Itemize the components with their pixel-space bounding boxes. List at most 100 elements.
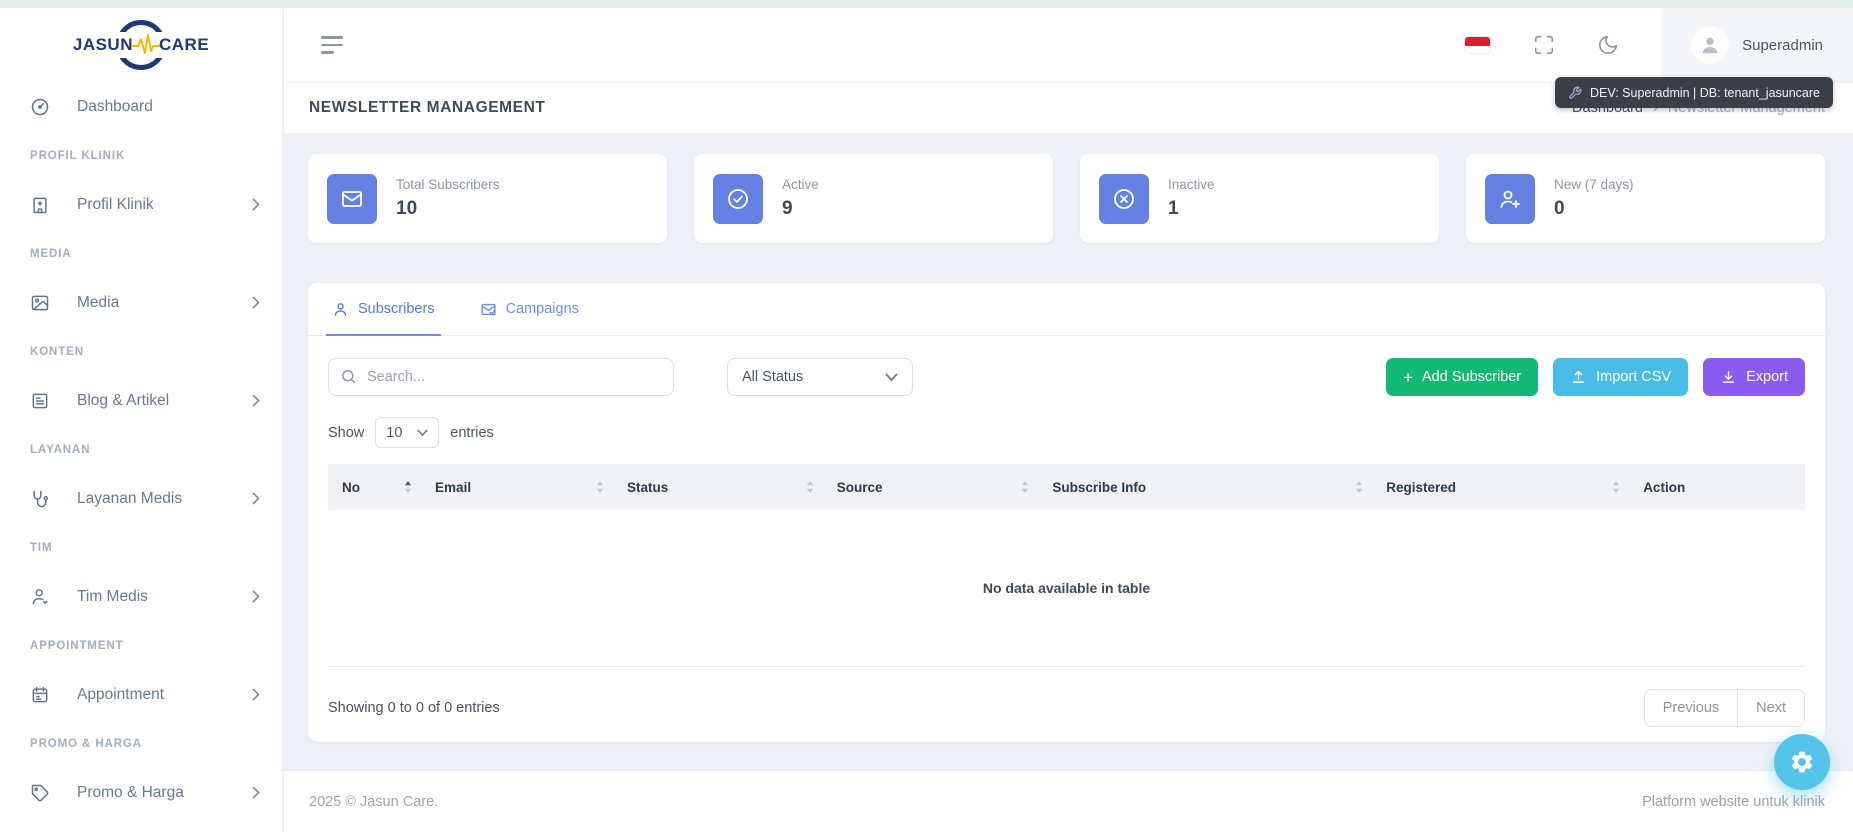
- sidebar: JASUN CARE Dashboard PROFIL KLINIK: [0, 8, 283, 832]
- sort-icon: [596, 481, 604, 494]
- previous-page-button[interactable]: Previous: [1645, 690, 1737, 726]
- gear-icon: [1789, 749, 1815, 775]
- sort-icon: [806, 481, 814, 494]
- tab-label: Subscribers: [358, 301, 435, 317]
- logo[interactable]: JASUN CARE: [0, 8, 282, 82]
- sidebar-item-label: Blog & Artikel: [77, 392, 252, 410]
- status-filter-select[interactable]: All Status: [727, 358, 913, 396]
- fullscreen-icon[interactable]: [1533, 34, 1555, 56]
- stat-card-new: New (7 days) 0: [1466, 154, 1825, 243]
- footer-tagline: Platform website untuk klinik: [1642, 794, 1825, 810]
- stat-label: New (7 days): [1554, 177, 1634, 192]
- mail-icon: [327, 174, 377, 224]
- page-size-value: 10: [386, 425, 402, 441]
- user-name: Superadmin: [1742, 37, 1823, 54]
- heartbeat-icon: [131, 34, 161, 56]
- column-header-no[interactable]: No: [328, 464, 421, 510]
- page-size-select[interactable]: 10: [375, 417, 439, 448]
- empty-row: No data available in table: [328, 510, 1805, 666]
- subscriber-person-icon: [332, 301, 349, 318]
- chevron-right-icon: [252, 296, 260, 309]
- stat-card-total-subscribers: Total Subscribers 10: [308, 154, 667, 243]
- sidebar-item-label: Appointment: [77, 686, 252, 704]
- page-title: NEWSLETTER MANAGEMENT: [309, 99, 545, 117]
- tab-subscribers[interactable]: Subscribers: [332, 283, 435, 335]
- sidebar-section-profil-klinik: PROFIL KLINIK: [0, 131, 282, 180]
- page-footer: 2025 © Jasun Care. Platform website untu…: [284, 770, 1853, 832]
- stat-label: Active: [782, 177, 819, 192]
- table-header-row: No Email Status: [328, 464, 1805, 510]
- sidebar-item-dashboard[interactable]: Dashboard: [0, 82, 282, 131]
- sidebar-section-media: MEDIA: [0, 229, 282, 278]
- settings-fab[interactable]: [1774, 734, 1830, 790]
- sidebar-item-promo-harga[interactable]: Promo & Harga: [0, 768, 282, 817]
- menu-toggle-icon[interactable]: [321, 36, 343, 54]
- sidebar-section-konten: KONTEN: [0, 327, 282, 376]
- chevron-right-icon: [252, 590, 260, 603]
- user-menu[interactable]: Superadmin: [1661, 8, 1853, 82]
- tag-icon: [30, 783, 50, 803]
- main-content: Total Subscribers 10 Active 9 Inac: [284, 133, 1853, 770]
- page-size-row: Show 10 entries: [308, 396, 1825, 464]
- column-header-email[interactable]: Email: [421, 464, 613, 510]
- column-header-source[interactable]: Source: [823, 464, 1039, 510]
- sidebar-item-label: Layanan Medis: [77, 490, 252, 508]
- language-flag-icon[interactable]: [1464, 36, 1491, 54]
- add-subscriber-button[interactable]: + Add Subscriber: [1386, 358, 1538, 396]
- sidebar-item-label: Dashboard: [77, 98, 260, 116]
- sidebar-item-blog-artikel[interactable]: Blog & Artikel: [0, 376, 282, 425]
- dev-tooltip-text: DEV: Superadmin | DB: tenant_jasuncare: [1590, 86, 1820, 100]
- user-plus-icon: [1485, 174, 1535, 224]
- sidebar-section-tim: TIM: [0, 523, 282, 572]
- column-header-action: Action: [1629, 464, 1805, 510]
- sidebar-section-layanan: LAYANAN: [0, 425, 282, 474]
- tabs: Subscribers Campaigns: [308, 283, 1825, 336]
- export-button[interactable]: Export: [1703, 358, 1805, 396]
- avatar: [1691, 26, 1729, 64]
- top-header: Superadmin: [284, 8, 1853, 82]
- sidebar-item-media[interactable]: Media: [0, 278, 282, 327]
- sidebar-item-profil-klinik[interactable]: Profil Klinik: [0, 180, 282, 229]
- subscribers-table: No Email Status: [328, 464, 1805, 667]
- empty-message: No data available in table: [328, 510, 1805, 666]
- table-controls: All Status + Add Subscriber Import CSV: [308, 336, 1825, 396]
- next-page-button[interactable]: Next: [1737, 690, 1804, 726]
- user-icon: [30, 587, 50, 607]
- sidebar-section-promo-harga: PROMO & HARGA: [0, 719, 282, 768]
- campaign-mail-icon: [480, 301, 497, 318]
- gauge-icon: [30, 97, 50, 117]
- sort-icon: [1355, 481, 1363, 494]
- sidebar-item-appointment[interactable]: Appointment: [0, 670, 282, 719]
- wrench-icon: [1568, 86, 1582, 100]
- pagination: Previous Next: [1644, 689, 1805, 727]
- sidebar-item-label: Tim Medis: [77, 588, 252, 606]
- article-icon: [30, 391, 50, 411]
- sort-icon: [404, 481, 412, 494]
- entries-label: entries: [450, 425, 494, 441]
- tab-campaigns[interactable]: Campaigns: [480, 283, 579, 335]
- search-icon: [340, 368, 357, 385]
- stat-value: 9: [782, 198, 819, 220]
- sidebar-item-layanan-medis[interactable]: Layanan Medis: [0, 474, 282, 523]
- search-input[interactable]: [328, 358, 674, 396]
- sidebar-section-appointment: APPOINTMENT: [0, 621, 282, 670]
- download-icon: [1720, 369, 1737, 386]
- tab-label: Campaigns: [506, 301, 579, 317]
- sidebar-item-tim-medis[interactable]: Tim Medis: [0, 572, 282, 621]
- top-strip: [0, 0, 1853, 8]
- calendar-icon: [30, 685, 50, 705]
- copyright: 2025 © Jasun Care.: [309, 794, 438, 810]
- column-header-status[interactable]: Status: [613, 464, 823, 510]
- chevron-down-icon: [417, 429, 428, 437]
- column-header-registered[interactable]: Registered: [1372, 464, 1629, 510]
- column-header-subscribe-info[interactable]: Subscribe Info: [1038, 464, 1372, 510]
- chevron-right-icon: [252, 492, 260, 505]
- import-csv-button[interactable]: Import CSV: [1553, 358, 1688, 396]
- search-box: [328, 358, 674, 396]
- logo-text-left: JASUN: [73, 35, 133, 55]
- dark-mode-moon-icon[interactable]: [1597, 34, 1619, 56]
- dev-tooltip: DEV: Superadmin | DB: tenant_jasuncare: [1555, 77, 1833, 108]
- status-filter-value: All Status: [742, 369, 803, 385]
- chevron-right-icon: [252, 198, 260, 211]
- stats-cards: Total Subscribers 10 Active 9 Inac: [308, 154, 1825, 243]
